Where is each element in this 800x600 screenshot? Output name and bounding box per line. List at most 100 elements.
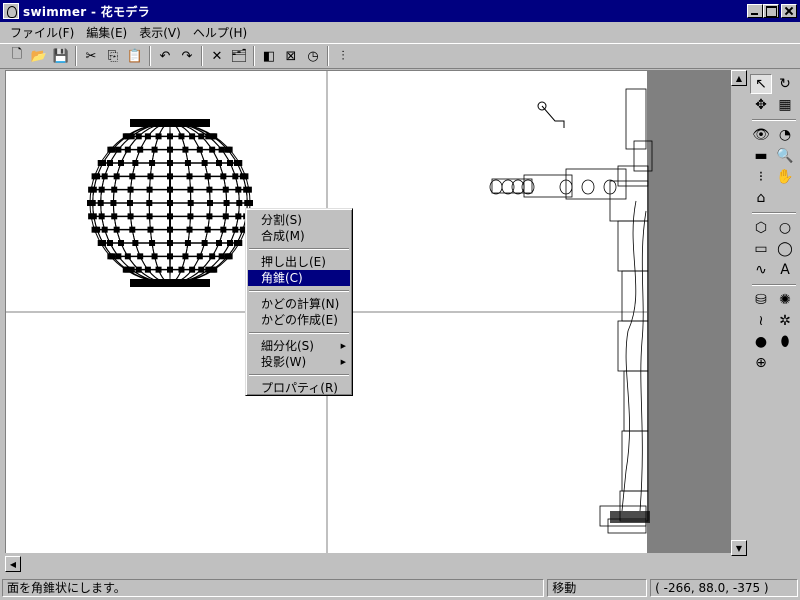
undo-icon[interactable]: ↶	[154, 45, 176, 67]
sphere-vertex	[184, 160, 191, 166]
minimize-button[interactable]	[747, 4, 763, 18]
viewport[interactable]	[5, 70, 747, 553]
home-icon[interactable]: ⌂	[750, 188, 772, 208]
sphere-vertex	[233, 240, 240, 246]
status-bar: 面を角錐状にします。 移動 ( -266, 88.0, -375 )	[0, 576, 800, 600]
context-menu-item[interactable]: 投影(W) ▶	[248, 354, 350, 370]
sphere-vertex	[167, 240, 173, 246]
select-arrow-icon[interactable]: ↖	[750, 74, 772, 94]
properties-icon[interactable]: 🗂	[228, 45, 250, 67]
status-mode: 移動	[547, 579, 648, 597]
sphere-vertex	[244, 200, 251, 206]
clock-icon[interactable]: ◷	[302, 45, 324, 67]
save-icon[interactable]: 💾	[50, 45, 72, 67]
status-message: 面を角錐状にします。	[2, 579, 545, 597]
frame-icon[interactable]: ⊠	[280, 45, 302, 67]
sphere-vertex	[209, 253, 216, 260]
horizontal-scrollbar[interactable]: ◀	[5, 556, 747, 572]
sphere-vertex	[144, 133, 151, 140]
sphere-vertex	[118, 160, 125, 166]
model-wireframe-curve	[639, 210, 647, 512]
text-icon[interactable]: A	[774, 260, 796, 280]
cut-icon[interactable]: ✂	[80, 45, 102, 67]
paste-icon[interactable]: 📋	[124, 45, 146, 67]
ellipse-icon[interactable]: ◯	[774, 239, 796, 259]
cylinder-icon[interactable]: ⛁	[750, 290, 772, 310]
grid-icon[interactable]: ▦	[774, 95, 796, 115]
context-menu-item[interactable]: 細分化(S) ▶	[248, 338, 350, 354]
scroll-left-button[interactable]: ◀	[5, 556, 21, 572]
sphere-vertex	[227, 240, 233, 246]
zoom-icon[interactable]: 🔍	[774, 146, 796, 166]
sphere-vertex	[196, 253, 203, 260]
lathe-icon[interactable]: ⬮	[774, 332, 796, 352]
sphere-vertex	[186, 173, 193, 180]
sphere-vertex	[178, 266, 185, 273]
twist-icon[interactable]: ✲	[774, 311, 796, 331]
scroll-up-button[interactable]: ▲	[731, 70, 747, 86]
cube-icon[interactable]: ⬡	[750, 218, 772, 238]
sphere-vertex	[223, 200, 230, 206]
app-icon[interactable]	[3, 3, 19, 19]
sphere-icon[interactable]: ●	[750, 332, 772, 352]
scroll-down-button[interactable]: ▼	[731, 540, 747, 556]
menu-help[interactable]: ヘルプ(H)	[187, 24, 253, 41]
view-mode-icon[interactable]: ◧	[258, 45, 280, 67]
sphere-vertex	[198, 133, 205, 140]
curve-icon[interactable]: ∿	[750, 260, 772, 280]
circle-icon[interactable]: ○	[774, 218, 796, 238]
sphere-vertex	[124, 146, 131, 153]
context-menu-item[interactable]: 押し出し(E)	[248, 254, 350, 270]
sphere-vertex	[186, 226, 193, 233]
maximize-button[interactable]	[763, 4, 779, 18]
close-button[interactable]	[781, 4, 797, 18]
points-icon[interactable]: ⁝	[750, 167, 772, 187]
move-cross-icon[interactable]: ✥	[750, 95, 772, 115]
title-bar[interactable]: swimmer - 花モデラ	[0, 0, 800, 22]
redo-icon[interactable]: ↷	[176, 45, 198, 67]
orbit-icon[interactable]: ◔	[774, 125, 796, 145]
menu-view[interactable]: 表示(V)	[133, 24, 187, 41]
sphere-vertex	[137, 146, 144, 153]
context-menu-item[interactable]: プロパティ(R)	[248, 380, 350, 396]
open-folder-icon[interactable]: 📂	[28, 45, 50, 67]
add-plus-icon[interactable]: ⊕	[750, 353, 772, 373]
sphere-vertex	[167, 213, 173, 220]
context-menu-item[interactable]: かどの作成(E)	[248, 312, 350, 328]
new-file-icon[interactable]: 🗋	[6, 45, 28, 67]
copy-icon[interactable]: ⎘	[102, 45, 124, 67]
rectangle-icon[interactable]: ▭	[750, 239, 772, 259]
sphere-vertex	[113, 173, 120, 180]
hand-icon[interactable]: ✋	[774, 167, 796, 187]
color-bars-icon[interactable]: ⫶	[332, 45, 354, 67]
sphere-vertex	[91, 226, 98, 233]
menu-file[interactable]: ファイル(F)	[4, 24, 80, 41]
sphere-vertex	[218, 146, 225, 153]
model-wireframe-box	[623, 370, 649, 432]
palette-separator	[752, 284, 796, 286]
rotate-icon[interactable]: ↻	[774, 74, 796, 94]
menu-bar: ファイル(F) 編集(E) 表示(V) ヘルプ(H)	[0, 22, 800, 42]
gear-icon[interactable]: ✺	[774, 290, 796, 310]
blank-icon[interactable]	[774, 188, 796, 208]
sphere-vertex	[187, 186, 194, 193]
menu-edit[interactable]: 編集(E)	[80, 24, 133, 41]
eye-icon[interactable]: 👁	[750, 125, 772, 145]
sphere-vertex	[239, 173, 246, 180]
menu-separator	[249, 248, 349, 250]
plane-icon[interactable]: ▬	[750, 146, 772, 166]
context-menu-item[interactable]: 合成(M)	[248, 228, 350, 244]
sphere-bottom-cap	[130, 279, 210, 287]
vertical-scrollbar[interactable]: ▲ ▼	[731, 70, 747, 556]
delete-icon[interactable]: ✕	[206, 45, 228, 67]
toolbar: 🗋 📂 💾 ✂ ⎘ 📋 ↶ ↷ ✕ 🗂 ◧ ⊠ ◷ ⫶	[0, 43, 800, 69]
sphere-vertex	[167, 173, 173, 180]
status-coords: ( -266, 88.0, -375 )	[650, 579, 798, 597]
model-wireframe-box	[621, 430, 649, 492]
menu-separator	[249, 290, 349, 292]
context-menu-item[interactable]: かどの計算(N)	[248, 296, 350, 312]
toolbar-separator	[327, 46, 329, 66]
context-menu-item[interactable]: 角錐(C)	[248, 270, 350, 286]
context-menu-item[interactable]: 分割(S)	[248, 212, 350, 228]
wave-icon[interactable]: ≀	[750, 311, 772, 331]
